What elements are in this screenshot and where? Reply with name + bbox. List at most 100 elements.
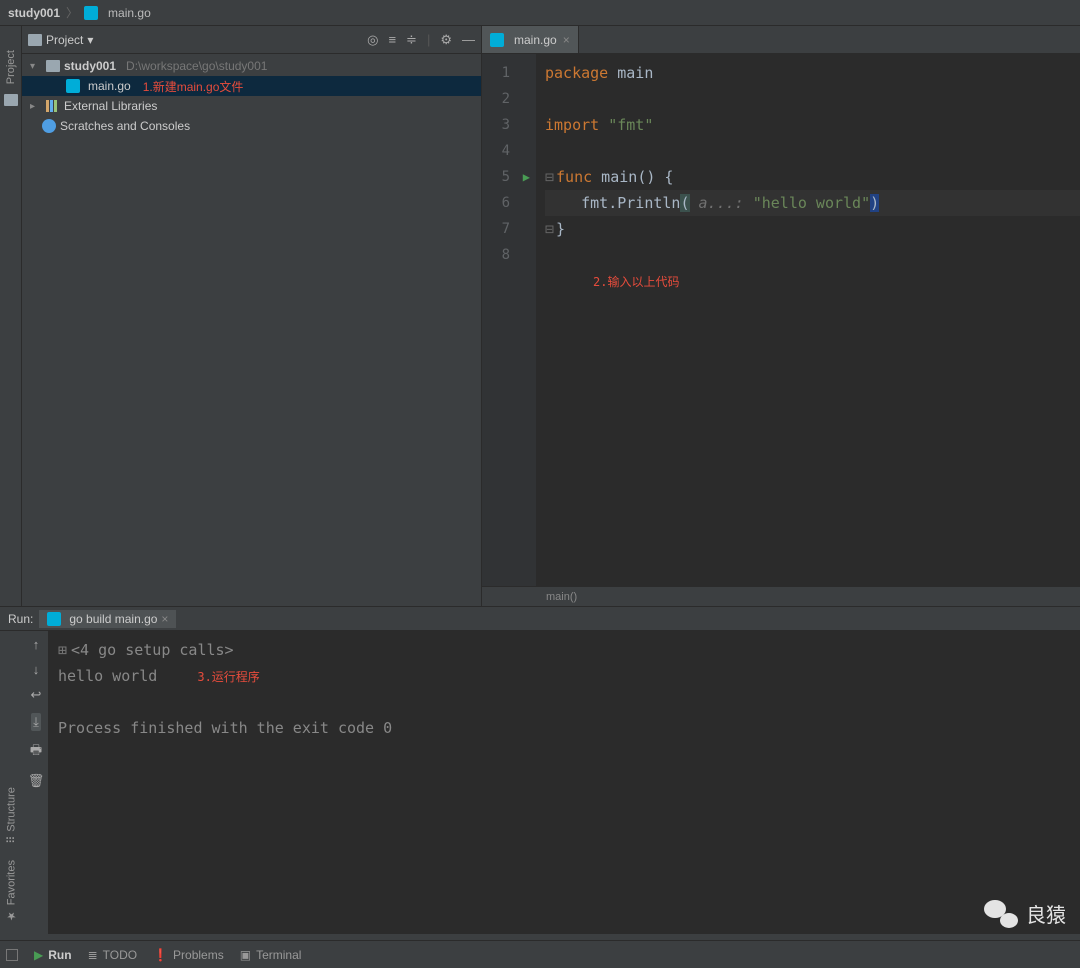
breadcrumb-project[interactable]: study001 <box>8 6 60 20</box>
soft-wrap-icon[interactable]: ↩ <box>31 687 42 703</box>
run-panel: Run: go build main.go × ▶ 🔧 📌 ↑ ↓ ↩ ⤓ 🖶 … <box>0 606 1080 934</box>
code-line: ⊟} <box>545 216 1080 242</box>
list-icon: ≣ <box>88 948 98 962</box>
scroll-end-icon[interactable]: ⤓ <box>31 713 41 731</box>
run-tool-col-2: ↑ ↓ ↩ ⤓ 🖶 🗑 <box>24 631 48 934</box>
code-line <box>545 242 1080 268</box>
scratches-icon <box>42 119 56 133</box>
left-bottom-tool-strip: ★ Favorites ⠿ Structure <box>0 634 22 934</box>
go-file-icon <box>490 33 504 47</box>
chevron-down-icon: ▾ <box>30 61 42 72</box>
tree-item-label: External Libraries <box>64 99 157 113</box>
tree-root-path: D:\workspace\go\study001 <box>126 59 267 73</box>
locate-icon[interactable]: ◎ <box>367 32 378 48</box>
library-icon <box>46 100 60 112</box>
line-number[interactable]: 2 <box>482 86 536 112</box>
tree-file-main[interactable]: main.go 1.新建main.go文件 <box>22 76 481 96</box>
project-view-selector[interactable]: Project ▾ <box>28 33 361 47</box>
breadcrumb-fn: main() <box>546 591 577 603</box>
editor-panel: main.go × 1 2 3 4 5▶ 6 7 8 package main … <box>482 26 1080 606</box>
close-icon[interactable]: × <box>563 33 570 47</box>
run-label: Run: <box>8 612 33 626</box>
editor-tab-main[interactable]: main.go × <box>482 26 579 53</box>
console-line <box>58 689 1070 715</box>
run-gutter-icon[interactable]: ▶ <box>523 170 530 184</box>
tree-root[interactable]: ▾ study001 D:\workspace\go\study001 <box>22 56 481 76</box>
code-area[interactable]: package main import "fmt" ⊟func main() {… <box>537 54 1080 586</box>
chevron-right-icon: ▸ <box>30 101 42 112</box>
line-number[interactable]: 1 <box>482 60 536 86</box>
tree-file-name: main.go <box>88 79 131 93</box>
tree-item-label: Scratches and Consoles <box>60 119 190 133</box>
tool-window-icon[interactable] <box>6 949 18 961</box>
trash-icon[interactable]: 🗑 <box>28 773 45 789</box>
console-line: ⊞<4 go setup calls> <box>58 637 1070 663</box>
folder-icon <box>4 94 18 109</box>
run-console[interactable]: ⊞<4 go setup calls> hello world3.运行程序 Pr… <box>48 631 1080 934</box>
project-panel: Project ▾ ◎ ≡ ≑ | ⚙ — ▾ study001 D:\work… <box>22 26 482 606</box>
line-number[interactable]: 5▶ <box>482 164 536 190</box>
fold-open-icon[interactable]: ⊟ <box>545 168 554 186</box>
play-icon: ▶ <box>34 948 43 962</box>
annotation-2: 2.输入以上代码 <box>545 268 1080 294</box>
terminal-icon: ▣ <box>240 948 251 962</box>
status-terminal[interactable]: ▣Terminal <box>240 948 302 962</box>
collapse-all-icon[interactable]: ≑ <box>406 32 417 48</box>
annotation-3: 3.运行程序 <box>197 668 259 685</box>
status-run[interactable]: ▶Run <box>34 948 72 962</box>
tree-scratches[interactable]: Scratches and Consoles <box>22 116 481 136</box>
left-tool-strip: Project <box>0 26 22 606</box>
folder-icon <box>46 60 60 72</box>
wechat-icon <box>984 900 1018 928</box>
tree-external-libs[interactable]: ▸ External Libraries <box>22 96 481 116</box>
editor-body[interactable]: 1 2 3 4 5▶ 6 7 8 package main import "fm… <box>482 54 1080 586</box>
editor-breadcrumb[interactable]: main() <box>482 586 1080 606</box>
watermark: 良猿 <box>984 899 1066 928</box>
gear-icon[interactable]: ⚙ <box>440 32 452 48</box>
console-line: Process finished with the exit code 0 <box>58 715 1070 741</box>
code-line: package main <box>545 60 1080 86</box>
chevron-down-icon: ▾ <box>87 33 93 47</box>
expand-all-icon[interactable]: ≡ <box>388 32 396 48</box>
hide-panel-icon[interactable]: — <box>462 32 475 48</box>
code-line: import "fmt" <box>545 112 1080 138</box>
code-line-current: fmt.Println( a...: "hello world") <box>545 190 1080 216</box>
project-tree[interactable]: ▾ study001 D:\workspace\go\study001 main… <box>22 54 481 606</box>
status-problems[interactable]: ❗Problems <box>153 948 224 962</box>
down-arrow-icon[interactable]: ↓ <box>33 662 40 677</box>
line-number[interactable]: 3 <box>482 112 536 138</box>
code-line: ⊟func main() { <box>545 164 1080 190</box>
project-tool-tab[interactable]: Project <box>5 46 17 88</box>
line-number[interactable]: 7 <box>482 216 536 242</box>
go-file-icon <box>84 6 98 20</box>
breadcrumb-file[interactable]: main.go <box>108 6 151 20</box>
print-icon[interactable]: 🖶 <box>30 741 42 763</box>
favorites-tool-tab[interactable]: ★ Favorites <box>5 854 18 928</box>
code-line <box>545 138 1080 164</box>
divider: | <box>427 32 430 48</box>
watermark-text: 良猿 <box>1026 899 1066 928</box>
fold-close-icon[interactable]: ⊟ <box>545 220 554 238</box>
line-number[interactable]: 8 <box>482 242 536 268</box>
code-line <box>545 86 1080 112</box>
line-number[interactable]: 6 <box>482 190 536 216</box>
go-file-icon <box>66 79 80 93</box>
go-file-icon <box>47 612 61 626</box>
run-config-tab[interactable]: go build main.go × <box>39 610 176 628</box>
editor-tabs: main.go × <box>482 26 1080 54</box>
close-icon[interactable]: × <box>161 612 168 626</box>
tree-root-name: study001 <box>64 59 116 73</box>
console-line: hello world3.运行程序 <box>58 663 1070 689</box>
line-number[interactable]: 4 <box>482 138 536 164</box>
tab-label: main.go <box>514 33 557 47</box>
structure-tool-tab[interactable]: ⠿ Structure <box>5 781 18 850</box>
up-arrow-icon[interactable]: ↑ <box>33 637 40 652</box>
annotation-1: 1.新建main.go文件 <box>143 78 244 95</box>
status-todo[interactable]: ≣TODO <box>88 948 138 962</box>
project-panel-header: Project ▾ ◎ ≡ ≑ | ⚙ — <box>22 26 481 54</box>
run-tab-label: go build main.go <box>69 612 157 626</box>
status-bar: ▶Run ≣TODO ❗Problems ▣Terminal <box>0 940 1080 968</box>
warning-icon: ❗ <box>153 948 168 962</box>
run-panel-header: Run: go build main.go × <box>0 607 1080 631</box>
expand-icon[interactable]: ⊞ <box>58 641 67 659</box>
